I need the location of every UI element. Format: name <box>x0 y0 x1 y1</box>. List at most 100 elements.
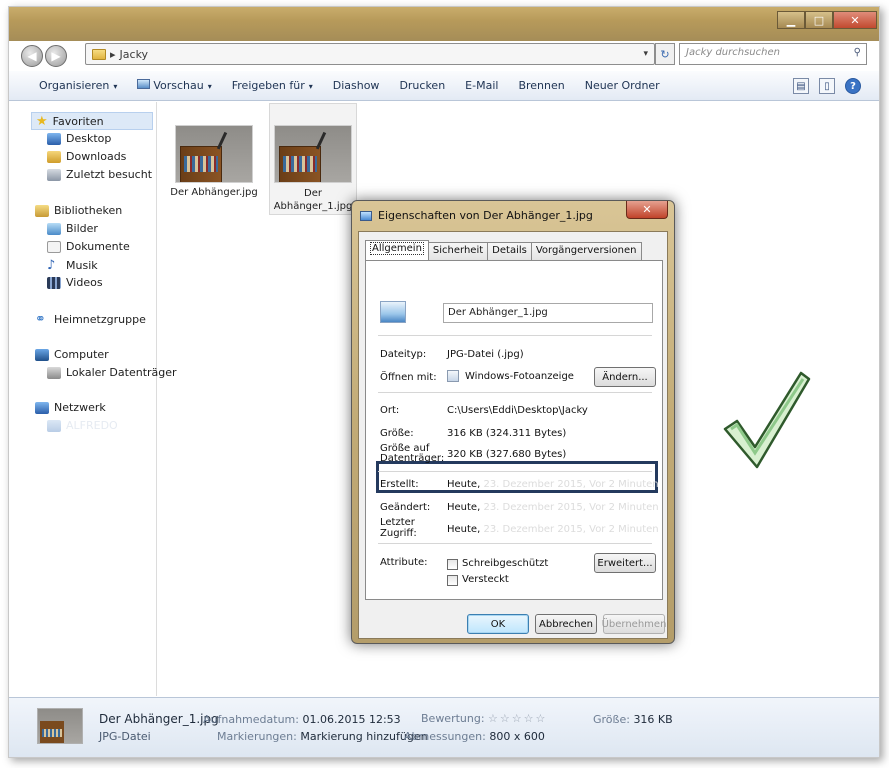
sidebar-item-documents[interactable]: Dokumente <box>47 240 130 253</box>
file-name[interactable]: Der Abhänger.jpg <box>165 187 263 198</box>
location-value: C:\Users\Eddi\Desktop\Jacky <box>447 405 588 416</box>
pictures-icon <box>47 222 61 235</box>
disk-size-value: 320 KB (327.680 Bytes) <box>447 449 567 460</box>
print-button[interactable]: Drucken <box>389 79 455 92</box>
maximize-button[interactable]: □ <box>805 11 833 29</box>
tab-previous-versions[interactable]: Vorgängerversionen <box>530 242 642 260</box>
search-icon[interactable]: ⚲ <box>854 47 861 58</box>
details-pane: Der Abhänger_1.jpg JPG-Datei Aufnahmedat… <box>9 697 879 757</box>
downloads-icon <box>47 150 61 163</box>
sidebar-item-desktop[interactable]: Desktop <box>47 132 111 145</box>
disk-size-label: Größe auf Datenträger: <box>380 443 445 464</box>
hidden-checkbox[interactable] <box>447 575 458 586</box>
sidebar-item-recent[interactable]: Zuletzt besucht <box>47 168 152 181</box>
chevron-down-icon: ▾ <box>207 82 212 91</box>
sidebar-item-downloads[interactable]: Downloads <box>47 150 126 163</box>
address-path[interactable]: Jacky <box>120 48 149 61</box>
photo-viewer-icon <box>447 370 459 382</box>
chevron-down-icon: ▾ <box>308 82 313 91</box>
forward-button[interactable]: ▶ <box>45 45 67 67</box>
readonly-label[interactable]: Schreibgeschützt <box>462 558 548 569</box>
cancel-button[interactable]: Abbrechen <box>535 614 597 634</box>
search-input[interactable]: Jacky durchsuchen ⚲ <box>679 43 867 65</box>
sidebar-item-network-pc[interactable]: ALFREDO <box>47 419 118 432</box>
network-icon <box>35 401 49 414</box>
file-thumbnail-selected[interactable] <box>274 125 352 183</box>
minimize-button[interactable]: ▁ <box>777 11 805 29</box>
sidebar-item-network[interactable]: Netzwerk <box>35 401 106 414</box>
accessed-label: Letzter Zugriff: <box>380 517 417 539</box>
status-rating[interactable]: Bewertung: ☆☆☆☆☆ <box>421 712 547 725</box>
location-label: Ort: <box>380 405 400 416</box>
chevron-down-icon[interactable]: ▾ <box>643 49 648 59</box>
hidden-label[interactable]: Versteckt <box>462 574 509 585</box>
created-value: Heute, 23. Dezember 2015, Vor 2 Minuten <box>447 479 659 490</box>
help-icon[interactable]: ? <box>845 78 861 94</box>
search-placeholder: Jacky durchsuchen <box>686 47 780 58</box>
dialog-title: Eigenschaften von Der Abhänger_1.jpg <box>378 209 593 222</box>
sidebar-item-computer[interactable]: Computer <box>35 348 109 361</box>
size-value: 316 KB (324.311 Bytes) <box>447 428 567 439</box>
refresh-button[interactable]: ↻ <box>655 43 675 65</box>
address-bar[interactable]: ▸ Jacky ▾ <box>85 43 655 65</box>
ok-button[interactable]: OK <box>467 614 529 634</box>
organize-menu[interactable]: Organisieren ▾ <box>29 79 127 92</box>
status-filename: Der Abhänger_1.jpg <box>99 712 219 726</box>
file-thumbnail[interactable] <box>175 125 253 183</box>
dialog-body: Allgemein Sicherheit Details Vorgängerve… <box>358 231 668 639</box>
email-button[interactable]: E-Mail <box>455 79 508 92</box>
videos-icon <box>47 276 61 289</box>
sidebar-item-pictures[interactable]: Bilder <box>47 222 98 235</box>
homegroup-icon: ⚭ <box>35 312 46 327</box>
filetype-label: Dateityp: <box>380 349 427 360</box>
view-icon[interactable]: ▤ <box>793 78 809 94</box>
created-label: Erstellt: <box>380 479 419 490</box>
folder-icon <box>92 48 106 60</box>
pc-icon <box>47 419 61 432</box>
apply-button[interactable]: Übernehmen <box>602 614 666 634</box>
sidebar-item-libraries[interactable]: Bibliotheken <box>35 204 122 217</box>
music-icon: ♪ <box>47 258 56 273</box>
change-button[interactable]: Ändern... <box>594 367 656 387</box>
new-folder-button[interactable]: Neuer Ordner <box>575 79 670 92</box>
preview-pane-icon[interactable]: ▯ <box>819 78 835 94</box>
filetype-value: JPG-Datei (.jpg) <box>447 349 524 360</box>
libraries-icon <box>35 204 49 217</box>
general-panel: Der Abhänger_1.jpg Dateityp: JPG-Datei (… <box>365 260 663 600</box>
drive-icon <box>47 366 61 379</box>
attributes-label: Attribute: <box>380 557 428 568</box>
slideshow-button[interactable]: Diashow <box>323 79 390 92</box>
sidebar-item-homegroup[interactable]: ⚭ Heimnetzgruppe <box>35 312 146 327</box>
file-name-selected[interactable]: Der Abhänger_1.jpg <box>264 187 362 213</box>
advanced-button[interactable]: Erweitert... <box>594 553 656 573</box>
back-button[interactable]: ◀ <box>21 45 43 67</box>
properties-dialog: Eigenschaften von Der Abhänger_1.jpg ✕ A… <box>351 200 675 644</box>
tab-details[interactable]: Details <box>487 242 532 260</box>
sidebar-item-local-disk[interactable]: Lokaler Datenträger <box>47 366 177 379</box>
divider <box>378 335 652 336</box>
modified-value: Heute, 23. Dezember 2015, Vor 2 Minuten <box>447 502 659 513</box>
readonly-checkbox[interactable] <box>447 559 458 570</box>
tab-security[interactable]: Sicherheit <box>427 242 489 260</box>
status-tags[interactable]: Markierungen: Markierung hinzufügen <box>217 730 428 743</box>
image-file-icon <box>380 301 406 323</box>
divider <box>378 471 652 472</box>
chevron-down-icon: ▾ <box>113 82 118 91</box>
dialog-close-button[interactable]: ✕ <box>626 201 668 219</box>
sidebar-item-favorites[interactable]: ★ Favoriten <box>31 112 153 130</box>
sidebar-item-videos[interactable]: Videos <box>47 276 103 289</box>
preview-menu[interactable]: Vorschau ▾ <box>127 79 221 92</box>
close-button[interactable]: ✕ <box>833 11 877 29</box>
title-bar: ▁ □ ✕ <box>9 7 879 41</box>
explorer-window: ▁ □ ✕ ◀ ▶ ▸ Jacky ▾ ↻ Jacky durchsuchen … <box>8 6 880 758</box>
status-date-taken: Aufnahmedatum: 01.06.2015 12:53 <box>203 713 401 726</box>
share-menu[interactable]: Freigeben für ▾ <box>222 79 323 92</box>
status-filetype: JPG-Datei <box>99 730 151 743</box>
checkmark-icon <box>723 371 811 469</box>
tab-general[interactable]: Allgemein <box>365 240 429 260</box>
rating-stars-icon[interactable]: ☆☆☆☆☆ <box>488 712 547 725</box>
accessed-value: Heute, 23. Dezember 2015, Vor 2 Minuten <box>447 524 659 535</box>
filename-field[interactable]: Der Abhänger_1.jpg <box>443 303 653 323</box>
burn-button[interactable]: Brennen <box>508 79 574 92</box>
sidebar-item-music[interactable]: ♪ Musik <box>47 258 98 273</box>
